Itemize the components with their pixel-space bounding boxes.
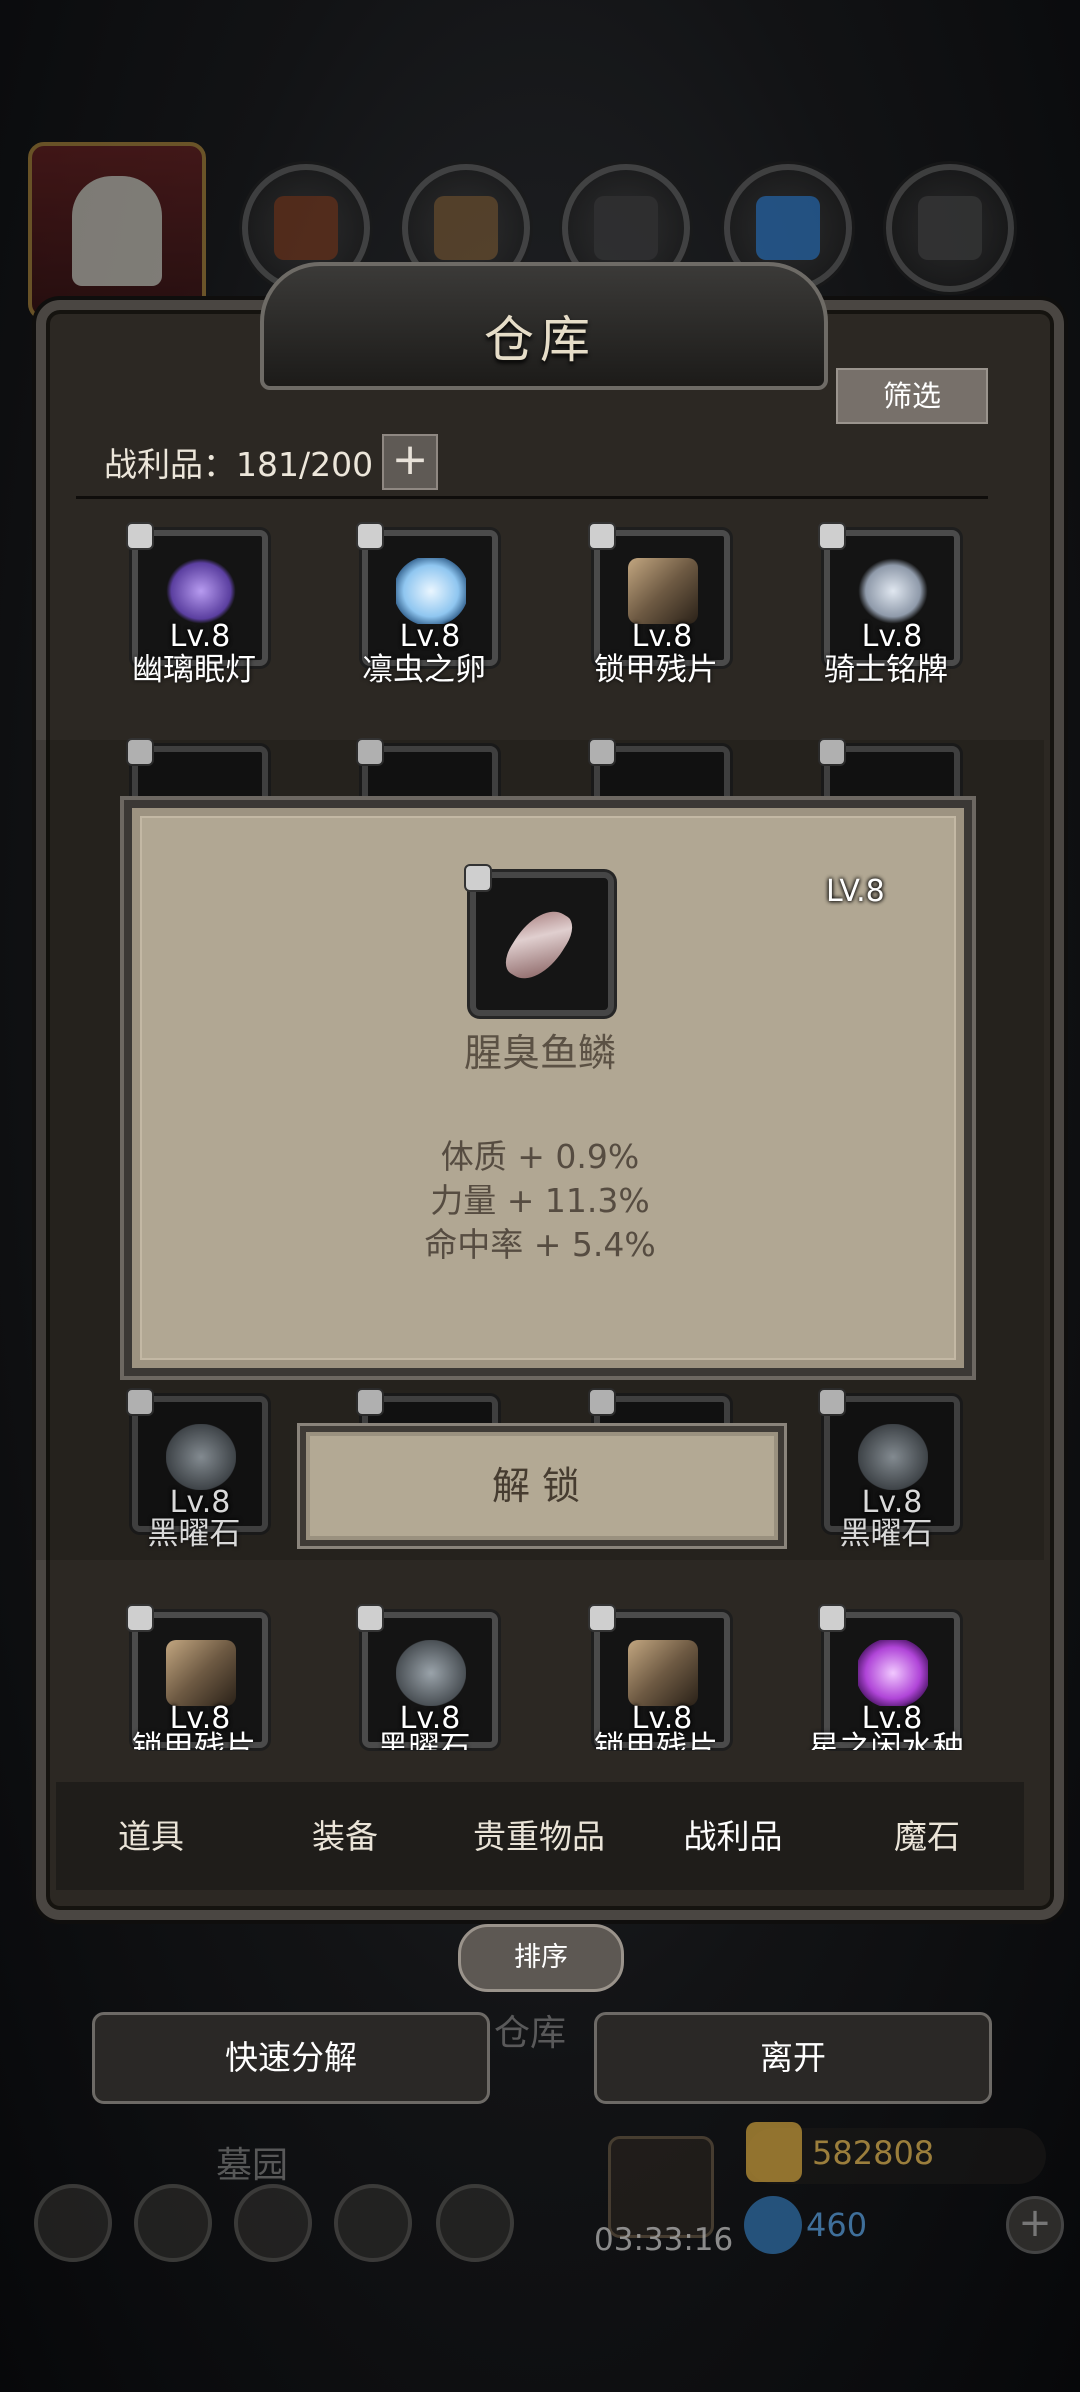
detail-item-level: LV.8 (826, 874, 885, 909)
armor-fragment-icon (166, 1640, 236, 1706)
settings-icon[interactable] (34, 2184, 112, 2262)
lock-icon (588, 1604, 616, 1632)
resource-stone-icon (886, 164, 1014, 292)
tab-magic-stones[interactable]: 魔石 (832, 1810, 1022, 1858)
fish-scale-icon (498, 899, 580, 991)
tab-trophies[interactable]: 战利品 (638, 1810, 828, 1858)
detail-stat: 体质 + 0.9% (440, 1137, 640, 1176)
lock-icon (356, 522, 384, 550)
item-name: 锁甲残片 (594, 1730, 718, 1750)
unlock-button[interactable]: 解锁 (300, 1426, 784, 1546)
lantern-icon (166, 558, 236, 624)
lock-icon (126, 522, 154, 550)
dice-icon[interactable] (436, 2184, 514, 2262)
item-name: 锁甲残片 (132, 1730, 256, 1750)
lock-icon (588, 522, 616, 550)
leave-button[interactable]: 离开 (594, 2012, 992, 2104)
item-name: 锁甲残片 (594, 652, 718, 688)
player-avatar[interactable] (28, 142, 206, 320)
lock-icon (818, 1604, 846, 1632)
gem-amount: 460 (806, 2206, 868, 2244)
armor-fragment-icon (628, 558, 698, 624)
add-currency-icon[interactable]: + (1006, 2196, 1064, 2254)
star-icon[interactable] (134, 2184, 212, 2262)
lock-icon (818, 522, 846, 550)
item-name: 凛虫之卵 (362, 652, 486, 688)
divider (76, 496, 988, 499)
gold-coin-icon (746, 2122, 802, 2182)
item-name: 黑曜石 (377, 1730, 471, 1750)
mail-icon[interactable] (334, 2184, 412, 2262)
gold-amount: 582808 (812, 2134, 935, 2172)
tab-equipment[interactable]: 装备 (250, 1810, 440, 1858)
gift-timer: 03:33:16 (594, 2222, 734, 2258)
lock-icon (126, 1604, 154, 1632)
shop-icon[interactable] (234, 2184, 312, 2262)
expand-capacity-button[interactable]: + (382, 434, 438, 490)
item-name: 骑士铭牌 (824, 652, 948, 688)
tab-valuables[interactable]: 贵重物品 (444, 1810, 634, 1858)
sort-button[interactable]: 排序 (458, 1924, 624, 1992)
detail-item-name: 腥臭鱼鳞 (463, 1031, 616, 1075)
lock-icon (464, 864, 492, 892)
item-name: 星之闲水种 (808, 1730, 964, 1750)
tab-items[interactable]: 道具 (56, 1810, 246, 1858)
page-title: 仓库 (484, 311, 596, 369)
knight-badge-icon (858, 558, 928, 624)
item-name: 幽璃眠灯 (132, 652, 256, 688)
background-warehouse-label: 仓库 (494, 2013, 567, 2054)
detail-stat: 命中率 + 5.4% (424, 1225, 656, 1264)
gem-icon (744, 2196, 802, 2254)
quick-decompose-button[interactable]: 快速分解 (92, 2012, 490, 2104)
obsidian-icon (396, 1640, 466, 1706)
detail-stat: 力量 + 11.3% (430, 1181, 650, 1220)
purple-crystal-icon (858, 1640, 928, 1706)
trophy-capacity: 战利品：181/200 (104, 445, 374, 484)
cemetery-label: 墓园 (216, 2145, 289, 2186)
egg-icon (396, 558, 466, 624)
armor-fragment-icon (628, 1640, 698, 1706)
horse-emblem-icon (72, 176, 162, 286)
filter-button[interactable]: 筛选 (836, 368, 988, 424)
detail-item-slot (464, 864, 614, 1016)
lock-icon (356, 1604, 384, 1632)
